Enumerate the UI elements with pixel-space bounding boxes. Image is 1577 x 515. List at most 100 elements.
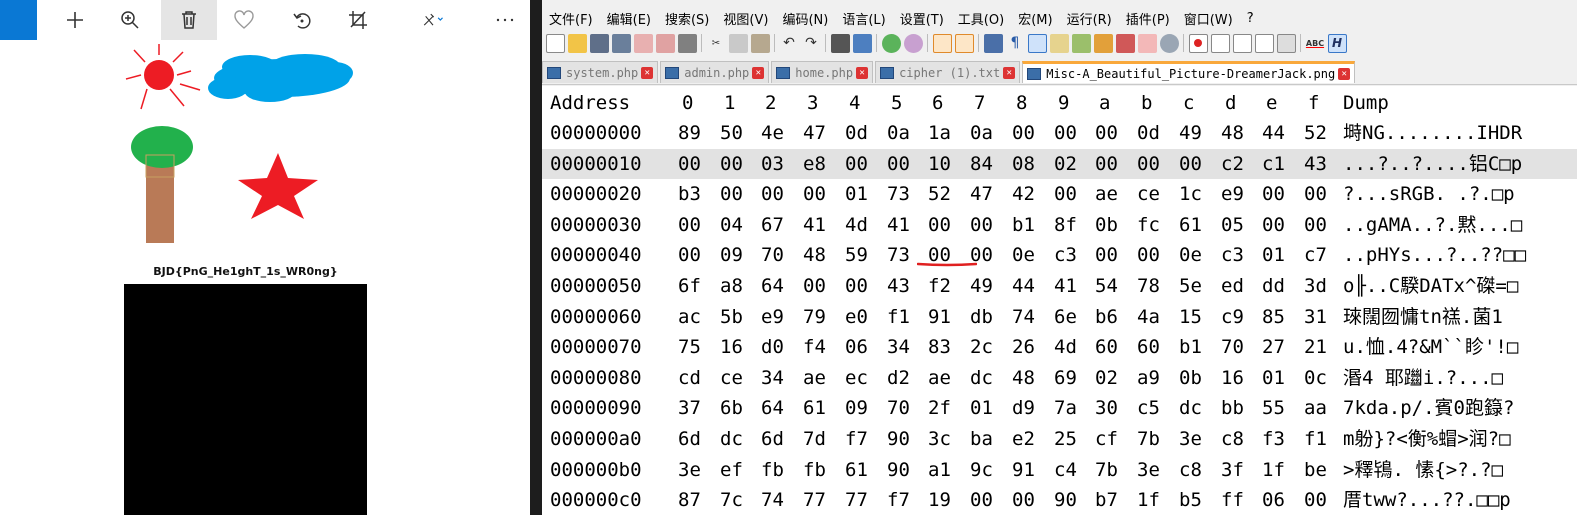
hex-row[interactable]: 00000090 37 6b 64 61 09 70 2f 01 d9 7a 30 c5 dc bb 55 aa… xyxy=(542,393,1577,423)
hex-byte[interactable]: 0d xyxy=(845,118,868,148)
hex-byte[interactable]: 00 xyxy=(1262,210,1285,240)
hex-byte[interactable]: c2 xyxy=(1221,149,1244,179)
hex-row[interactable]: 000000a0 6d dc 6d 7d f7 90 3c ba e2 25 cf 7b 3e c8 f3 f1… xyxy=(542,424,1577,454)
menu-language[interactable]: 语言(L) xyxy=(835,9,892,28)
hex-byte[interactable]: 49 xyxy=(970,271,993,301)
hex-byte[interactable]: 75 xyxy=(678,332,701,362)
stop-macro-icon[interactable] xyxy=(1210,33,1230,53)
hex-byte[interactable]: dc xyxy=(720,424,743,454)
hex-byte[interactable]: e9 xyxy=(1221,179,1244,209)
hex-byte[interactable]: 60 xyxy=(1095,332,1118,362)
hex-byte[interactable]: 52 xyxy=(928,179,951,209)
print-icon[interactable] xyxy=(677,33,697,53)
hex-byte[interactable]: 05 xyxy=(1221,210,1244,240)
hex-byte[interactable]: 00 xyxy=(1137,240,1160,270)
hex-byte[interactable]: 3e xyxy=(1137,455,1160,485)
hex-byte[interactable]: fc xyxy=(1137,210,1160,240)
hex-byte[interactable]: 00 xyxy=(1304,210,1327,240)
hex-byte[interactable]: 7b xyxy=(1137,424,1160,454)
hex-byte[interactable]: ba xyxy=(970,424,993,454)
hex-byte[interactable]: 10 xyxy=(928,149,951,179)
menu-run[interactable]: 运行(R) xyxy=(1060,9,1119,28)
hex-byte[interactable]: c1 xyxy=(1262,149,1285,179)
crop-icon[interactable] xyxy=(335,0,381,40)
find-icon[interactable] xyxy=(830,33,850,53)
hex-byte[interactable]: 64 xyxy=(761,271,784,301)
save-all-icon[interactable] xyxy=(611,33,631,53)
menu-window[interactable]: 窗口(W) xyxy=(1177,9,1240,28)
hex-byte[interactable]: 90 xyxy=(887,424,910,454)
edit-icon[interactable] xyxy=(408,0,458,40)
hex-byte[interactable]: 01 xyxy=(970,393,993,423)
hex-byte[interactable]: dd xyxy=(1262,271,1285,301)
hex-byte[interactable]: 5e xyxy=(1179,271,1202,301)
hex-byte[interactable]: 00 xyxy=(1304,179,1327,209)
hex-byte[interactable]: 7c xyxy=(720,485,743,515)
favorite-icon[interactable] xyxy=(221,0,267,40)
hex-byte[interactable]: c8 xyxy=(1179,455,1202,485)
zoom-out-editor-icon[interactable] xyxy=(903,33,923,53)
hex-byte[interactable]: ac xyxy=(678,302,701,332)
hex-byte[interactable]: 0e xyxy=(1179,240,1202,270)
hex-byte[interactable]: b1 xyxy=(1012,210,1035,240)
hex-row[interactable]: 00000010 00 00 03 e8 00 00 10 84 08 02 00 00 00 c2 c1 43… xyxy=(542,148,1577,179)
folder-workspace-icon[interactable] xyxy=(1093,33,1113,53)
hex-byte[interactable]: 78 xyxy=(1137,271,1160,301)
hex-row[interactable]: 00000050 6f a8 64 00 00 43 f2 49 44 41 54 78 5e ed dd 3d… xyxy=(542,271,1577,301)
hex-byte[interactable]: c4 xyxy=(1054,455,1077,485)
hex-byte[interactable]: 87 xyxy=(678,485,701,515)
hex-byte[interactable]: 06 xyxy=(845,332,868,362)
close-file-icon[interactable] xyxy=(633,33,653,53)
hex-byte[interactable]: 0e xyxy=(1012,240,1035,270)
tab-cipher-txt[interactable]: cipher (1).txt ✕ xyxy=(875,61,1021,83)
hex-byte[interactable]: 69 xyxy=(1054,363,1077,393)
hex-byte[interactable]: 00 xyxy=(1262,179,1285,209)
menu-tools[interactable]: 工具(O) xyxy=(951,9,1011,28)
open-file-icon[interactable] xyxy=(567,33,587,53)
hex-byte[interactable]: 00 xyxy=(1137,149,1160,179)
hex-byte[interactable]: c8 xyxy=(1221,424,1244,454)
hex-byte[interactable]: 15 xyxy=(1179,302,1202,332)
hex-byte[interactable]: be xyxy=(1304,455,1327,485)
hex-byte[interactable]: 00 xyxy=(1095,118,1118,148)
hex-byte[interactable]: 64 xyxy=(761,393,784,423)
hex-byte[interactable]: 25 xyxy=(1054,424,1077,454)
close-all-icon[interactable] xyxy=(655,33,675,53)
hex-row[interactable]: 00000070 75 16 d0 f4 06 34 83 2c 26 4d 60 60 b1 70 27 21… xyxy=(542,332,1577,362)
hex-byte[interactable]: 16 xyxy=(720,332,743,362)
hex-byte[interactable]: 00 xyxy=(970,210,993,240)
hex-byte[interactable]: ec xyxy=(845,363,868,393)
hex-byte[interactable]: 7d xyxy=(803,424,826,454)
menu-search[interactable]: 搜索(S) xyxy=(658,9,716,28)
hex-byte[interactable]: cf xyxy=(1095,424,1118,454)
hex-byte[interactable]: 34 xyxy=(761,363,784,393)
hex-byte[interactable]: 0b xyxy=(1095,210,1118,240)
hex-byte[interactable]: 02 xyxy=(1054,149,1077,179)
hex-byte[interactable]: 00 xyxy=(678,240,701,270)
hex-byte[interactable]: 00 xyxy=(1179,149,1202,179)
hex-byte[interactable]: 43 xyxy=(887,271,910,301)
hex-byte[interactable]: fb xyxy=(803,455,826,485)
hex-byte[interactable]: 90 xyxy=(1054,485,1077,515)
hex-byte[interactable]: 7a xyxy=(1054,393,1077,423)
hex-byte[interactable]: 00 xyxy=(761,179,784,209)
hex-row[interactable]: 000000c0 87 7c 74 77 77 f7 19 00 00 90 b7 1f b5 ff 06 00… xyxy=(542,485,1577,515)
document-list-icon[interactable] xyxy=(1137,33,1157,53)
hex-byte[interactable]: 08 xyxy=(1012,149,1035,179)
hex-byte[interactable]: 85 xyxy=(1262,302,1285,332)
hex-byte[interactable]: 04 xyxy=(720,210,743,240)
hex-byte[interactable]: 50 xyxy=(720,118,743,148)
hex-byte[interactable]: 84 xyxy=(970,149,993,179)
cut-icon[interactable]: ✂ xyxy=(707,34,726,53)
monitoring-icon[interactable] xyxy=(1115,33,1135,53)
menu-file[interactable]: 文件(F) xyxy=(542,9,600,28)
hex-byte[interactable]: 70 xyxy=(1221,332,1244,362)
more-icon[interactable] xyxy=(482,0,528,40)
menu-settings[interactable]: 设置(T) xyxy=(893,9,951,28)
menu-view[interactable]: 视图(V) xyxy=(716,9,775,28)
hex-byte[interactable]: 48 xyxy=(803,240,826,270)
menu-encoding[interactable]: 编码(N) xyxy=(775,9,835,28)
hex-byte[interactable]: c3 xyxy=(1054,240,1077,270)
hex-row[interactable]: 00000000 89 50 4e 47 0d 0a 1a 0a 00 00 00 0d 49 48 44 52… xyxy=(542,118,1577,148)
hex-byte[interactable]: cd xyxy=(678,363,701,393)
